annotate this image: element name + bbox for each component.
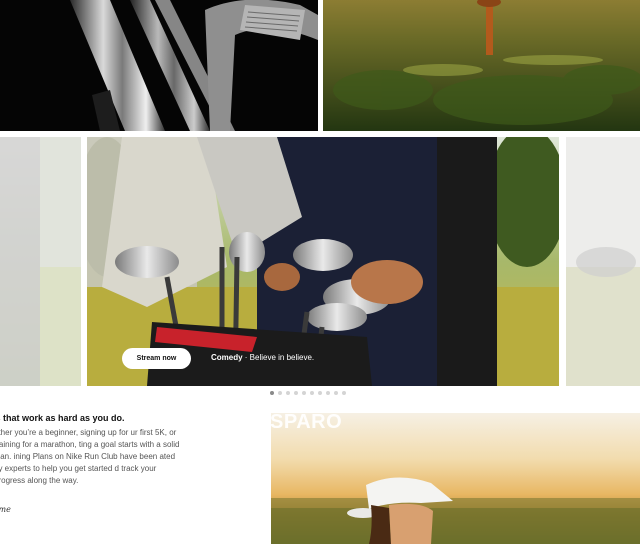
promo-signature: ime [0, 505, 11, 514]
carousel-dot[interactable] [294, 391, 298, 395]
carousel-dot[interactable] [318, 391, 322, 395]
caption-tagline: Believe in believe. [249, 353, 315, 362]
promo-title: ns that work as hard as you do. [0, 413, 125, 423]
carousel-dot[interactable] [278, 391, 282, 395]
caption-separator: · [242, 353, 250, 362]
golf-tee-image-icon [323, 0, 640, 131]
carousel-next-slide[interactable] [566, 137, 640, 386]
carousel-dot[interactable] [326, 391, 330, 395]
golf-tee-photo [323, 0, 640, 131]
caption-category: Comedy [211, 353, 243, 362]
carousel-pagination [270, 391, 346, 395]
carousel-dot[interactable] [286, 391, 290, 395]
hero-carousel[interactable] [0, 137, 640, 386]
stream-now-button[interactable]: Stream now [122, 348, 191, 369]
carousel-dot[interactable] [302, 391, 306, 395]
carousel-dot[interactable] [342, 391, 346, 395]
carousel-dot[interactable] [310, 391, 314, 395]
slide-caption: Comedy · Believe in believe. [211, 353, 314, 362]
golf-clubs-image-icon [0, 0, 318, 131]
promo-body: ether you’re a beginner, signing up for … [0, 428, 180, 485]
carousel-dot[interactable] [334, 391, 338, 395]
carousel-prev-slide[interactable] [0, 137, 81, 386]
brand-wordmark: SPARO [270, 411, 343, 433]
carousel-dot[interactable] [270, 391, 274, 395]
golf-clubs-photo [0, 0, 318, 131]
